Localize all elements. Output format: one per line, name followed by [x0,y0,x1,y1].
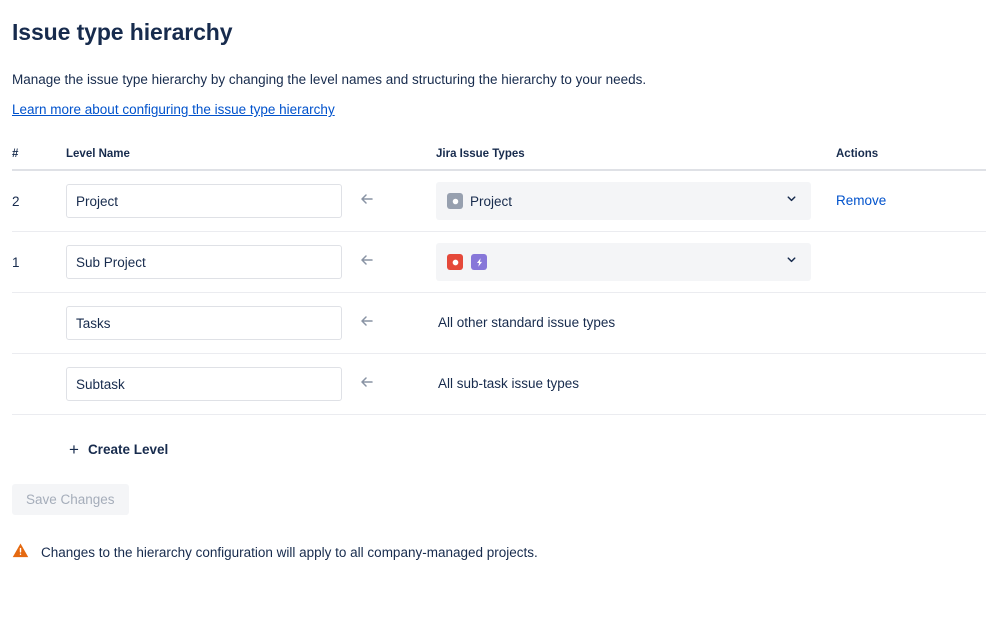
level-name-input[interactable] [66,184,342,218]
issue-type-hierarchy-page: Issue type hierarchy Manage the issue ty… [0,0,998,618]
level-name-cell [66,354,356,415]
table-row: All sub-task issue types [12,354,986,415]
arrow-left-icon [356,188,436,215]
table-body: 2 Project Project Remove 1 Sub Project T… [12,170,986,415]
jira-issue-types-cell: All sub-task issue types [436,354,836,415]
create-level-button[interactable]: + Create Level [65,436,172,463]
level-name-input[interactable] [66,367,342,401]
plus-icon: + [69,440,79,459]
actions-cell [836,232,986,293]
row-number [12,293,66,354]
arrow-left-icon [356,310,436,337]
epic-icon [471,254,487,270]
arrow-cell [356,354,436,415]
chevron-down-icon[interactable] [785,253,798,271]
jira-issue-types-cell [436,232,836,293]
column-header-level-name: Level Name [66,148,130,160]
table-row: All other standard issue types [12,293,986,354]
chevron-down-icon[interactable] [785,192,798,210]
level-name-input[interactable] [66,245,342,279]
create-level-row: + Create Level [12,436,986,463]
table-row: 1 [12,232,986,293]
actions-cell: Remove [836,170,986,232]
table-header-row: # Level Name Jira Issue Types Actions [12,148,986,170]
save-changes-button[interactable]: Save Changes [12,484,129,515]
column-header-actions: Actions [836,148,879,160]
arrow-cell [356,232,436,293]
page-title: Issue type hierarchy [12,19,233,45]
level-name-cell [66,170,356,232]
issue-types-selected-label: Project [470,193,513,209]
table-header: # Level Name Jira Issue Types Actions [12,148,986,170]
column-header-jira-issue-types: Jira Issue Types [436,148,525,160]
table-row: 2 Project Project Remove [12,170,986,232]
learn-more-link[interactable]: Learn more about configuring the issue t… [12,100,335,119]
actions-cell [836,354,986,415]
row-number: 1 [12,254,20,270]
level-name-cell [66,232,356,293]
level-name-input[interactable] [66,306,342,340]
column-header-number: # [12,148,19,160]
column-header-spacer [356,148,436,170]
actions-cell [836,293,986,354]
warning-triangle-icon [12,542,29,564]
jira-issue-types-cell: Project [436,170,836,232]
arrow-cell [356,293,436,354]
warning-text: Changes to the hierarchy configuration w… [41,545,538,560]
remove-button[interactable]: Remove [836,193,886,208]
save-row: Save Changes [12,484,986,515]
issue-types-static-text: All other standard issue types [438,315,616,330]
project-icon [447,193,463,209]
jira-issue-types-cell: All other standard issue types [436,293,836,354]
create-level-label: Create Level [87,442,169,457]
story-icon [447,254,463,270]
arrow-cell [356,170,436,232]
warning-message: Changes to the hierarchy configuration w… [12,542,986,564]
level-name-cell [66,293,356,354]
issue-types-dropdown[interactable] [436,243,811,281]
row-number: 2 [12,193,20,209]
page-description: Manage the issue type hierarchy by chang… [12,72,647,87]
hierarchy-table: # Level Name Jira Issue Types Actions 2 [12,148,986,415]
issue-types-static-text: All sub-task issue types [438,376,580,391]
row-number [12,354,66,415]
issue-types-dropdown[interactable]: Project [436,182,811,220]
arrow-left-icon [356,249,436,276]
arrow-left-icon [356,371,436,398]
